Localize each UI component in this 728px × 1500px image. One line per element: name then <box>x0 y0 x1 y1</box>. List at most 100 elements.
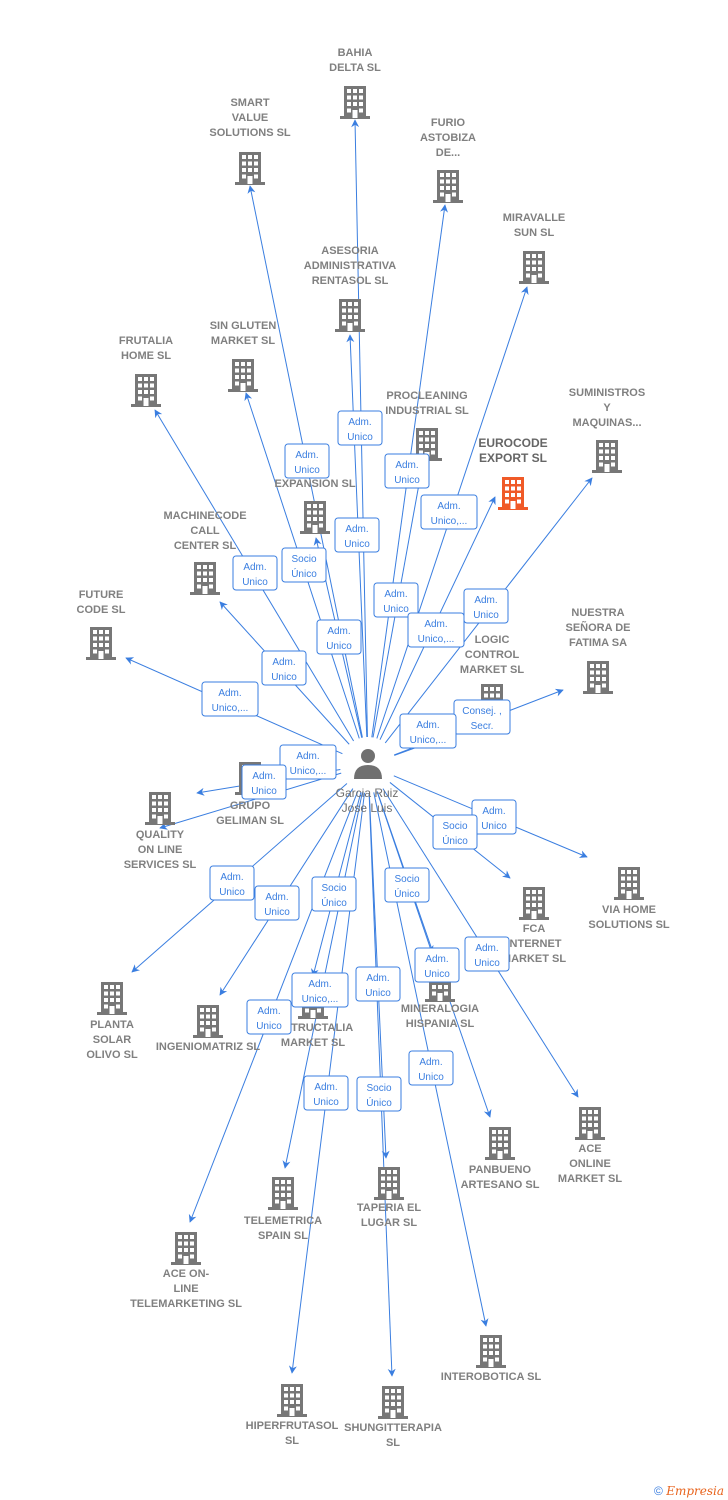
company-name[interactable]: SOLUTIONS SL <box>588 919 670 931</box>
company-name[interactable]: SHUNGITTERAPIA <box>344 1422 442 1434</box>
company-name[interactable]: MARKET SL <box>502 953 566 965</box>
company-name[interactable]: MAQUINAS... <box>572 417 641 429</box>
company-name[interactable]: TAPERIA EL <box>357 1202 421 1214</box>
company-name[interactable]: SIN GLUTEN <box>210 320 277 332</box>
company-name[interactable]: INGENIOMATRIZ SL <box>156 1041 261 1053</box>
company-node[interactable]: VIA HOME SOLUTIONS SL <box>588 867 670 931</box>
company-name[interactable]: BAHIA <box>338 47 373 59</box>
company-name[interactable]: PANBUENO <box>469 1164 532 1176</box>
company-name[interactable]: SERVICES SL <box>124 859 197 871</box>
company-name[interactable]: MARKET SL <box>558 1173 622 1185</box>
company-name[interactable]: FRUTALIA <box>119 335 173 347</box>
company-node[interactable]: SMART VALUE SOLUTIONS SL <box>209 97 291 185</box>
company-name[interactable]: CONTROL <box>465 649 520 661</box>
company-name[interactable]: MIRAVALLE <box>503 212 566 224</box>
company-name[interactable]: ASTOBIZA <box>420 132 476 144</box>
company-name[interactable]: SL <box>285 1435 299 1447</box>
company-node[interactable]: NUESTRA SEÑORA DE FATIMA SA <box>566 607 631 694</box>
company-node[interactable]: FURIO ASTOBIZA DE... <box>420 117 476 203</box>
company-node[interactable]: BAHIA DELTA SL <box>329 47 381 119</box>
company-node[interactable]: PANBUENO ARTESANO SL <box>461 1127 540 1191</box>
person-name[interactable]: Garcia Ruiz <box>336 786 399 800</box>
company-node[interactable]: ASESORIA ADMINISTRATIVA RENTASOL SL <box>304 245 397 332</box>
company-node[interactable]: MIRAVALLE SUN SL <box>503 212 566 284</box>
person-node[interactable]: Garcia RuizJose Luis <box>336 749 399 815</box>
company-node[interactable]: INGENIOMATRIZ SL <box>156 1005 261 1053</box>
company-name[interactable]: LINE <box>173 1283 198 1295</box>
company-name[interactable]: EXPANSION SL <box>274 478 355 490</box>
company-node[interactable]: INTEROBOTICA SL <box>441 1335 542 1383</box>
brand-logo[interactable]: Empresia <box>666 1484 724 1498</box>
company-name[interactable]: OLIVO SL <box>86 1049 138 1061</box>
company-name[interactable]: LOGIC <box>475 634 510 646</box>
company-name[interactable]: SOLUTIONS SL <box>209 127 291 139</box>
company-name[interactable]: MARKET SL <box>460 664 524 676</box>
company-name[interactable]: CODE SL <box>77 604 126 616</box>
company-name[interactable]: Y <box>603 402 611 414</box>
company-name[interactable]: DELTA SL <box>329 62 381 74</box>
company-name[interactable]: HIPERFRUTASOL <box>246 1420 339 1432</box>
company-name[interactable]: SOLAR <box>93 1034 132 1046</box>
company-name[interactable]: FCA <box>523 923 546 935</box>
company-node[interactable]: PROCLEANING INDUSTRIAL SL <box>385 390 469 461</box>
company-node[interactable]: FCA INTERNET MARKET SL <box>502 887 566 965</box>
company-name[interactable]: ASESORIA <box>321 245 379 257</box>
company-node[interactable]: SUMINISTROS Y MAQUINAS... <box>569 387 645 473</box>
company-name[interactable]: MACHINECODE <box>163 510 246 522</box>
company-name[interactable]: RENTASOL SL <box>312 275 389 287</box>
company-name[interactable]: INDUSTRIAL SL <box>385 405 469 417</box>
company-name[interactable]: MINERALOGIA <box>401 1003 479 1015</box>
company-name[interactable]: ON LINE <box>138 844 183 856</box>
relation-role: Unico <box>383 604 409 615</box>
company-name[interactable]: PLANTA <box>90 1019 134 1031</box>
company-name[interactable]: MARKET SL <box>211 335 275 347</box>
company-name[interactable]: CALL <box>190 525 220 537</box>
company-name[interactable]: TELEMARKETING SL <box>130 1298 242 1310</box>
company-name[interactable]: ACE ON- <box>163 1268 210 1280</box>
company-node[interactable]: HIPERFRUTASOL SL <box>246 1384 339 1447</box>
company-name[interactable]: TELEMETRICA <box>244 1215 322 1227</box>
company-name[interactable]: FURIO <box>431 117 466 129</box>
company-name[interactable]: VALUE <box>232 112 268 124</box>
company-name[interactable]: SMART <box>230 97 269 109</box>
company-name[interactable]: ARTESANO SL <box>461 1179 540 1191</box>
company-name[interactable]: HOME SL <box>121 350 171 362</box>
company-name[interactable]: SUN SL <box>514 227 555 239</box>
company-node[interactable]: PLANTA SOLAR OLIVO SL <box>86 982 138 1061</box>
company-name[interactable]: SPAIN SL <box>258 1230 308 1242</box>
company-name[interactable]: HISPANIA SL <box>406 1018 475 1030</box>
company-node[interactable]: FRUTALIA HOME SL <box>119 335 173 407</box>
company-name[interactable]: INTEROBOTICA SL <box>441 1371 542 1383</box>
company-name[interactable]: VIA HOME <box>602 904 656 916</box>
company-name[interactable]: CENTER SL <box>174 540 237 552</box>
company-name[interactable]: NUESTRA <box>571 607 624 619</box>
company-node[interactable]: SHUNGITTERAPIA SL <box>344 1386 442 1449</box>
company-name[interactable]: PROCLEANING <box>386 390 467 402</box>
company-name[interactable]: ONLINE <box>569 1158 611 1170</box>
company-name[interactable]: GRUPO <box>230 800 271 812</box>
company-name[interactable]: MARKET SL <box>281 1037 345 1049</box>
company-node[interactable]: TAPERIA EL LUGAR SL <box>357 1167 421 1229</box>
company-name[interactable]: SEÑORA DE <box>566 621 631 634</box>
company-node[interactable]: EUROCODEEXPORT SL <box>478 436 548 510</box>
company-node[interactable]: FUTURE CODE SL <box>77 589 126 660</box>
company-name[interactable]: ADMINISTRATIVA <box>304 260 397 272</box>
company-node[interactable]: TELEMETRICA SPAIN SL <box>244 1177 322 1242</box>
company-name[interactable]: SL <box>386 1437 400 1449</box>
company-name[interactable]: GELIMAN SL <box>216 815 284 827</box>
company-name[interactable]: EXPORT SL <box>479 451 547 465</box>
company-name[interactable]: FUTURE <box>79 589 124 601</box>
company-name[interactable]: EUROCODE <box>478 436 547 450</box>
company-name[interactable]: ACE <box>578 1143 601 1155</box>
company-name[interactable]: LUGAR SL <box>361 1217 418 1229</box>
company-node[interactable]: SIN GLUTEN MARKET SL <box>210 320 277 392</box>
company-name[interactable]: DE... <box>436 147 460 159</box>
company-node[interactable]: QUALITY ON LINE SERVICES SL <box>124 792 197 871</box>
company-node[interactable]: ACE ONLINE MARKET SL <box>558 1107 622 1185</box>
person-name[interactable]: Jose Luis <box>342 801 393 815</box>
company-node[interactable]: ACE ON- LINE TELEMARKETING SL <box>130 1232 242 1310</box>
company-name[interactable]: SUMINISTROS <box>569 387 645 399</box>
company-name[interactable]: INTERNET <box>507 938 562 950</box>
company-name[interactable]: QUALITY <box>136 829 185 841</box>
company-name[interactable]: FATIMA SA <box>569 637 627 649</box>
